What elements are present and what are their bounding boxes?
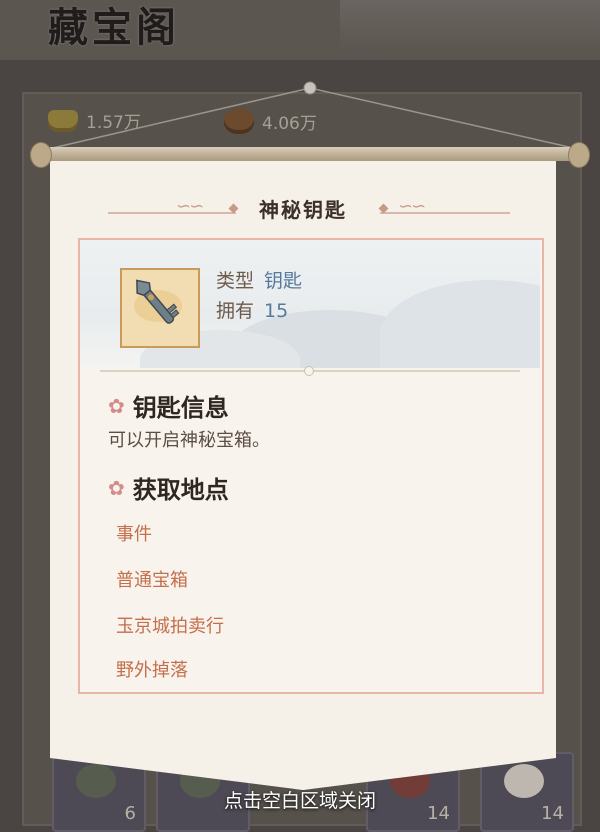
info-heading: ✿ 钥匙信息: [108, 388, 229, 423]
source-link-auction-house[interactable]: 玉京城拍卖行: [116, 612, 224, 638]
item-type: 类型 钥匙: [216, 266, 302, 293]
popup-title: 神秘钥匙: [249, 193, 357, 223]
mountain-decoration: [380, 280, 540, 368]
sources-heading-text: 获取地点: [132, 476, 229, 504]
item-description: 可以开启神秘宝箱。: [108, 430, 270, 451]
popup-title-row: 神秘钥匙: [80, 188, 526, 228]
item-owned: 拥有 15: [216, 296, 288, 323]
sources-heading: ✿ 获取地点: [108, 470, 229, 505]
item-owned-label: 拥有: [216, 300, 255, 322]
source-link-event[interactable]: 事件: [116, 520, 152, 546]
rod-knob-left: [30, 142, 52, 168]
flower-icon: ✿: [108, 393, 125, 418]
scroll-rod: [30, 147, 586, 161]
hanging-string: [43, 81, 583, 151]
item-type-label: 类型: [216, 270, 255, 292]
flower-icon: ✿: [108, 475, 125, 500]
item-icon-frame: [120, 268, 200, 348]
item-type-value: 钥匙: [264, 270, 303, 292]
divider-dot-icon: [304, 366, 314, 376]
key-icon: [134, 279, 182, 324]
close-hint: 点击空白区域关闭: [223, 790, 376, 812]
item-owned-value: 15: [264, 300, 289, 322]
source-link-common-chest[interactable]: 普通宝箱: [116, 566, 188, 592]
source-link-field-drop[interactable]: 野外掉落: [116, 656, 188, 682]
rod-knob-right: [568, 142, 590, 168]
info-heading-text: 钥匙信息: [132, 394, 229, 422]
